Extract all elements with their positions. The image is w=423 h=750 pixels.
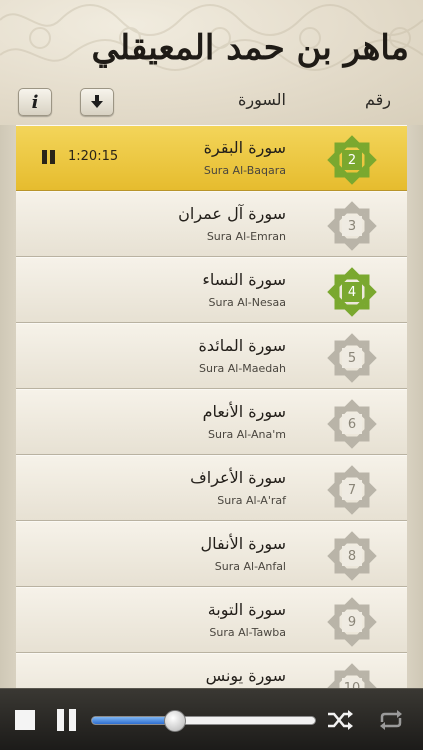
progress-fill [92, 717, 175, 724]
info-icon: i [31, 91, 39, 113]
sura-list-container[interactable]: 1:20:15 سورة البقرة Sura Al-Baqara 2 سور… [0, 125, 423, 688]
progress-knob[interactable] [163, 710, 186, 732]
sura-english-name: Sura Al-Baqara [203, 164, 286, 177]
sura-english-name: Sura Al-Tawba [209, 626, 286, 639]
row-pause-icon[interactable] [42, 150, 56, 164]
sura-number: 2 [347, 152, 357, 168]
sura-number-badge: 10 [325, 661, 379, 688]
sura-english-name: Sura Al-A'raf [217, 494, 286, 507]
row-playback-time: 1:20:15 [68, 149, 119, 164]
sura-number-badge: 2 [325, 133, 379, 187]
sura-row[interactable]: سورة الأنعام Sura Al-Ana'm 6 [16, 389, 407, 455]
sura-number: 6 [347, 416, 357, 432]
sura-row[interactable]: سورة التوبة Sura Al-Tawba 9 [16, 587, 407, 653]
sura-english-name: Sura Al-Maedah [199, 362, 286, 375]
sura-arabic-name: سورة الأنعام [202, 402, 286, 421]
sura-number-badge: 6 [325, 397, 379, 451]
sura-row[interactable]: سورة الأعراف Sura Al-A'raf 7 [16, 455, 407, 521]
sura-arabic-name: سورة النساء [202, 270, 286, 289]
reciter-name-title: ماهر بن حمد المعيقلي [91, 28, 410, 68]
sura-english-name: Sura Al-Ana'm [208, 428, 286, 441]
sura-number-badge: 8 [325, 529, 379, 583]
sura-arabic-name: سورة الأعراف [190, 468, 286, 487]
column-header-number: رقم [364, 90, 391, 109]
pause-icon[interactable] [57, 709, 79, 731]
sura-arabic-name: سورة آل عمران [178, 204, 286, 223]
shuffle-icon[interactable] [327, 709, 353, 731]
sura-row[interactable]: سورة يونس 10 [16, 653, 407, 688]
sura-number: 8 [347, 548, 357, 564]
sura-english-name: Sura Al-Nesaa [208, 296, 286, 309]
info-button[interactable]: i [18, 88, 52, 116]
player-bar [0, 688, 423, 750]
sura-list: 1:20:15 سورة البقرة Sura Al-Baqara 2 سور… [16, 125, 407, 688]
sura-arabic-name: سورة المائدة [198, 336, 286, 355]
repeat-icon[interactable] [378, 709, 404, 731]
sura-english-name: Sura Al-Anfal [214, 560, 286, 573]
download-arrow-icon [91, 95, 103, 108]
sura-number: 10 [343, 680, 361, 689]
sura-number: 4 [347, 284, 357, 300]
column-header-sura: السورة [238, 90, 286, 109]
sura-english-name: Sura Al-Emran [206, 230, 286, 243]
sura-row[interactable]: سورة النساء Sura Al-Nesaa 4 [16, 257, 407, 323]
sura-row[interactable]: سورة آل عمران Sura Al-Emran 3 [16, 191, 407, 257]
sura-arabic-name: سورة يونس [205, 666, 286, 685]
sura-row[interactable]: 1:20:15 سورة البقرة Sura Al-Baqara 2 [16, 125, 407, 191]
sura-arabic-name: سورة التوبة [207, 600, 286, 619]
sura-number-badge: 4 [325, 265, 379, 319]
sura-row[interactable]: سورة المائدة Sura Al-Maedah 5 [16, 323, 407, 389]
sura-number-badge: 7 [325, 463, 379, 517]
sura-number: 3 [347, 218, 357, 234]
sura-number: 9 [347, 614, 357, 630]
sura-number-badge: 5 [325, 331, 379, 385]
sura-arabic-name: سورة الأنفال [200, 534, 286, 553]
download-button[interactable] [80, 88, 114, 116]
sura-number: 7 [347, 482, 357, 498]
sura-number-badge: 9 [325, 595, 379, 649]
progress-slider[interactable] [91, 710, 316, 732]
sura-number-badge: 3 [325, 199, 379, 253]
stop-icon[interactable] [15, 710, 35, 730]
sura-number: 5 [347, 350, 357, 366]
sura-row[interactable]: سورة الأنفال Sura Al-Anfal 8 [16, 521, 407, 587]
sura-arabic-name: سورة البقرة [203, 138, 286, 157]
header: ماهر بن حمد المعيقلي i السورة رقم [0, 0, 423, 125]
